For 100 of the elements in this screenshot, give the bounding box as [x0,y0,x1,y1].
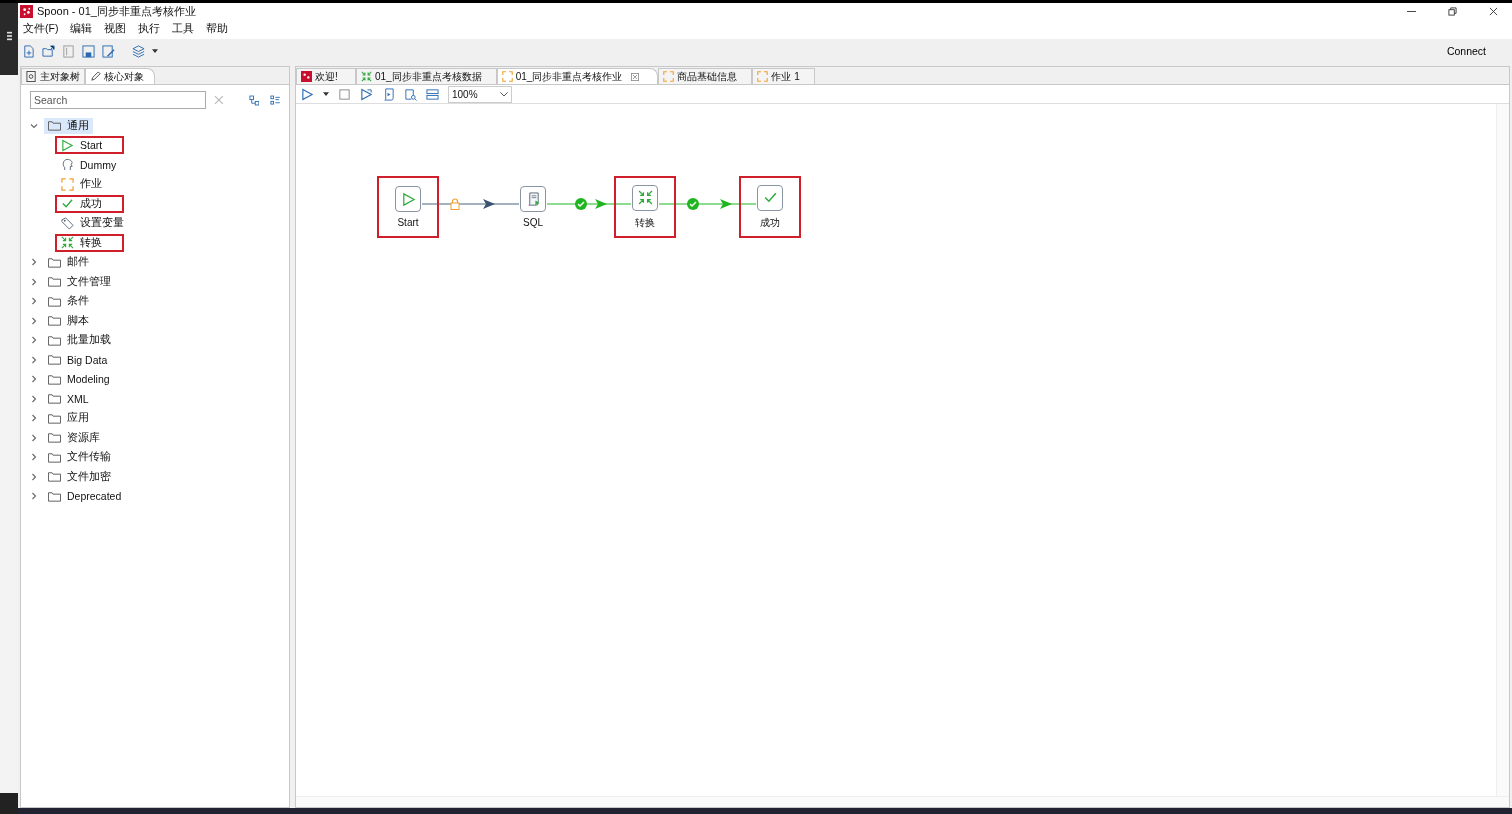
job-icon [501,71,513,82]
close-icon[interactable] [1489,7,1498,16]
folder-icon [48,490,61,502]
menu-item[interactable]: 执行 [138,21,161,36]
job-entry-node[interactable]: 成功 [739,176,801,238]
document-icon[interactable] [62,44,75,58]
save-icon[interactable] [82,44,95,58]
job-entry-node[interactable]: 转换 [614,176,676,238]
menu-item[interactable]: 帮助 [206,21,229,36]
chevron-right-icon[interactable] [30,316,38,325]
check-icon [762,190,778,205]
chevron-right-icon[interactable] [30,277,38,286]
tree-item[interactable]: Dummy [55,155,139,174]
play-icon [400,191,416,207]
chevron-right-icon[interactable] [30,472,38,481]
menu-item[interactable]: 编辑 [70,21,93,36]
folder-icon [48,373,61,385]
editor-tab[interactable]: 作业 1 [752,68,815,84]
tree-folder[interactable]: 应用 [44,410,93,427]
tree-item[interactable]: 作业 [55,175,124,194]
chevron-right-icon[interactable] [30,433,38,442]
editor-tab[interactable]: 商品基础信息 [658,68,753,84]
tree-folder[interactable]: 批量加载 [44,332,115,349]
tree-item[interactable]: Start [55,136,125,155]
restore-icon[interactable] [1448,7,1457,16]
chevron-down-icon[interactable] [30,121,38,130]
stop-icon[interactable] [338,87,351,101]
list-icon[interactable] [270,94,281,106]
job-entry-node[interactable]: Start [377,176,439,238]
chevron-right-icon[interactable] [30,394,38,403]
caret-icon [500,91,508,97]
script-icon [525,191,541,207]
chevron-right-icon[interactable] [30,375,38,384]
folder-icon [48,276,61,288]
open-folder-icon[interactable] [42,44,55,58]
menu-item[interactable]: 工具 [172,21,195,36]
panel-tab[interactable]: 主对象树 [21,68,85,84]
layers-icon[interactable] [132,44,145,58]
tree-item[interactable]: 转换 [55,233,124,252]
database-search-icon[interactable] [404,87,417,101]
folder-icon [48,120,61,132]
tree-folder[interactable]: 文件管理 [44,273,115,290]
lock-icon [450,198,460,210]
new-file-icon[interactable] [22,44,35,58]
search-field[interactable]: Search [30,91,206,109]
folder-icon [48,295,61,307]
tag-icon [61,216,74,230]
chevron-right-icon[interactable] [30,297,38,306]
horizontal-scrollbar[interactable] [296,796,1509,807]
chevron-right-icon[interactable] [30,453,38,462]
tree-folder[interactable]: 脚本 [44,312,93,329]
chevron-right-icon[interactable] [30,492,38,501]
grid-icon[interactable] [426,87,439,101]
folder-icon [48,451,61,463]
chevron-right-icon[interactable] [30,336,38,345]
menu-icon[interactable] [6,31,12,41]
caret-icon[interactable] [323,92,329,96]
zoom-select[interactable]: 100% [448,85,512,103]
menu-item[interactable]: 文件(F) [23,21,59,36]
tree-folder[interactable]: 文件加密 [44,468,115,485]
script-icon[interactable] [382,87,395,101]
search-document-icon [26,71,37,82]
tree-item[interactable]: 设置变量 [55,214,146,233]
editor-tab[interactable]: 欢迎! [296,68,356,84]
folder-icon [48,393,61,405]
connect-button[interactable]: Connect [1442,43,1490,59]
folder-icon [48,315,61,327]
tree-folder[interactable]: Deprecated [44,488,126,505]
caret-icon[interactable] [152,49,158,53]
tree-folder[interactable]: 条件 [44,293,93,310]
chevron-right-icon[interactable] [30,258,38,267]
panel-tab[interactable]: 核心对象 [85,68,155,84]
folder-icon [48,256,61,268]
replay-icon[interactable] [360,87,373,101]
tree-folder[interactable]: 文件传输 [44,449,115,466]
hop-arrow[interactable] [422,196,519,212]
tree-folder[interactable]: Big Data [44,351,112,368]
tree-folder[interactable]: 通用 [44,117,93,134]
vertical-scrollbar[interactable] [1496,104,1509,797]
save-as-icon[interactable] [102,44,115,58]
tree-folder[interactable]: 邮件 [44,254,93,271]
menu-item[interactable]: 视图 [104,21,127,36]
hop-arrow[interactable] [547,196,631,212]
job-icon [61,177,74,191]
tree-folder[interactable]: XML [44,390,93,407]
job-entry-node[interactable]: SQL [502,176,564,238]
editor-tab[interactable]: 01_同步非重点考核作业 [496,68,659,84]
play-icon [61,138,74,152]
tree-folder[interactable]: 资源库 [44,429,104,446]
chevron-right-icon[interactable] [30,414,38,423]
collapse-tree-icon[interactable] [248,94,260,106]
chevron-right-icon[interactable] [30,355,38,364]
arrows-icon [361,71,372,82]
tree-item[interactable]: 成功 [55,194,124,213]
arrows-icon [637,190,653,205]
run-icon[interactable] [301,87,314,101]
job-icon [663,71,675,82]
editor-tab[interactable]: 01_同步非重点考核数据 [356,68,497,84]
hop-arrow[interactable] [659,196,756,212]
tree-folder[interactable]: Modeling [44,371,114,388]
